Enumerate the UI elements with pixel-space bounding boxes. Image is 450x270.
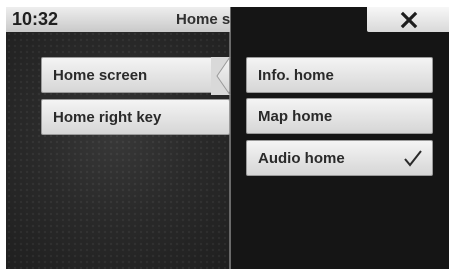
- option-map-home[interactable]: Map home: [246, 98, 433, 134]
- screen-title: Home s: [176, 11, 230, 28]
- panel-divider: [229, 7, 231, 269]
- option-label: Map home: [258, 108, 333, 125]
- selection-pointer: [211, 56, 231, 96]
- menu-item-home-screen[interactable]: Home screen: [41, 57, 230, 93]
- checkmark-icon: [404, 150, 422, 167]
- clock: 10:32: [12, 9, 59, 29]
- option-label: Info. home: [258, 67, 334, 84]
- close-button[interactable]: [367, 7, 449, 32]
- option-label: Audio home: [258, 150, 345, 167]
- close-icon: [400, 11, 418, 29]
- menu-item-label: Home right key: [53, 109, 162, 126]
- menu-item-home-right-key[interactable]: Home right key: [41, 99, 230, 135]
- option-info-home[interactable]: Info. home: [246, 57, 433, 93]
- options-panel: [231, 7, 449, 269]
- status-bar: 10:32 Home s: [6, 7, 230, 32]
- display-screen: 10:32 Home s Home screen Home right key …: [6, 7, 449, 269]
- option-audio-home[interactable]: Audio home: [246, 140, 433, 176]
- menu-item-label: Home screen: [53, 67, 148, 84]
- settings-menu-panel: [6, 7, 230, 269]
